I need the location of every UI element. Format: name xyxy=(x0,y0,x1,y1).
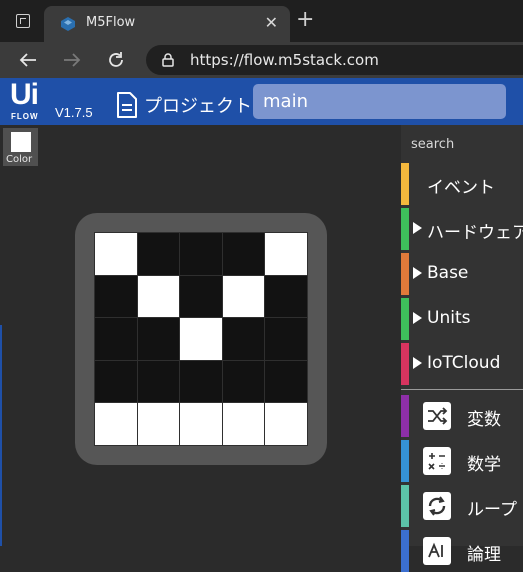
led-cell[interactable] xyxy=(137,318,180,360)
block-sidebar: search イベント ハードウェア Base Units IoTCloud 変… xyxy=(401,125,523,572)
category-math[interactable]: 数学 xyxy=(401,440,523,482)
reload-icon[interactable] xyxy=(102,46,130,74)
category-base[interactable]: Base xyxy=(401,253,523,295)
category-color-bar xyxy=(401,253,409,295)
browser-tab-bar: M5Flow ✕ + xyxy=(0,0,523,42)
browser-tab[interactable]: M5Flow ✕ xyxy=(44,6,290,42)
led-matrix-device xyxy=(75,213,327,465)
tab-title: M5Flow xyxy=(86,15,136,30)
led-cell[interactable] xyxy=(265,275,307,318)
led-cell[interactable] xyxy=(180,275,222,318)
logo-text: Ui xyxy=(10,78,39,111)
expand-arrow-icon xyxy=(413,312,422,324)
category-loop[interactable]: ループ xyxy=(401,485,523,527)
led-cell[interactable] xyxy=(137,360,180,403)
category-color-bar xyxy=(401,343,409,385)
led-matrix xyxy=(94,232,308,446)
led-cell[interactable] xyxy=(180,360,222,403)
expand-arrow-icon xyxy=(413,222,422,234)
shuffle-icon xyxy=(423,402,451,430)
category-color-bar xyxy=(401,395,409,437)
category-label: IoTCloud xyxy=(427,353,501,373)
category-color-bar xyxy=(401,530,409,572)
led-cell[interactable] xyxy=(222,403,265,445)
led-cell[interactable] xyxy=(95,233,137,275)
workspace-edge xyxy=(0,325,2,546)
browser-nav-bar: https://flow.m5stack.com xyxy=(0,42,523,78)
led-cell[interactable] xyxy=(180,403,222,445)
led-cell[interactable] xyxy=(265,360,307,403)
category-label: 数学 xyxy=(467,455,501,475)
expand-arrow-icon xyxy=(413,267,422,279)
led-cell[interactable] xyxy=(265,233,307,275)
category-color-bar xyxy=(401,298,409,340)
category-logic[interactable]: 論理 xyxy=(401,530,523,572)
led-cell[interactable] xyxy=(137,275,180,318)
category-label: Base xyxy=(427,263,469,283)
led-cell[interactable] xyxy=(137,403,180,445)
category-color-bar xyxy=(401,163,409,205)
color-picker-button[interactable]: Color xyxy=(3,128,38,166)
led-cell[interactable] xyxy=(222,360,265,403)
category-color-bar xyxy=(401,440,409,482)
m5flow-favicon-icon xyxy=(61,17,75,31)
new-tab-icon[interactable]: + xyxy=(296,8,314,32)
document-icon xyxy=(117,92,137,118)
project-name-input[interactable]: main xyxy=(253,84,506,119)
category-color-bar xyxy=(401,485,409,527)
led-cell[interactable] xyxy=(180,318,222,360)
category-label: 変数 xyxy=(467,410,501,430)
led-cell[interactable] xyxy=(95,318,137,360)
workspace[interactable]: Color xyxy=(0,125,401,546)
tab-close-icon[interactable]: ✕ xyxy=(265,13,278,32)
category-label: Units xyxy=(427,308,471,328)
search-input[interactable]: search xyxy=(411,137,454,152)
lock-icon xyxy=(162,53,174,67)
led-cell[interactable] xyxy=(95,275,137,318)
category-label: 論理 xyxy=(467,545,501,565)
color-swatch xyxy=(11,132,31,152)
led-cell[interactable] xyxy=(95,403,137,445)
project-label: プロジェクト xyxy=(144,96,252,117)
color-label: Color xyxy=(6,154,33,165)
category-label: ハードウェア xyxy=(427,223,523,243)
uiflow-logo: Ui FLOW xyxy=(10,78,46,122)
app-header: Ui FLOW V1.7.5 プロジェクト main xyxy=(0,78,523,125)
back-icon[interactable] xyxy=(14,46,42,74)
version-label: V1.7.5 xyxy=(55,105,93,120)
project-button[interactable]: プロジェクト xyxy=(116,90,252,120)
category-label: ループ xyxy=(467,500,517,520)
category-hardware[interactable]: ハードウェア xyxy=(401,208,523,250)
led-cell[interactable] xyxy=(95,360,137,403)
logic-icon xyxy=(423,537,451,565)
address-bar[interactable]: https://flow.m5stack.com xyxy=(146,45,523,75)
math-operators-icon xyxy=(423,447,451,475)
category-label: イベント xyxy=(427,178,495,198)
category-event[interactable]: イベント xyxy=(401,163,523,205)
logo-subtext: FLOW xyxy=(11,112,39,121)
led-cell[interactable] xyxy=(137,233,180,275)
led-cell[interactable] xyxy=(222,233,265,275)
forward-icon[interactable] xyxy=(58,46,86,74)
category-variables[interactable]: 変数 xyxy=(401,395,523,437)
url-text: https://flow.m5stack.com xyxy=(190,51,379,69)
loop-icon xyxy=(423,492,451,520)
category-iotcloud[interactable]: IoTCloud xyxy=(401,343,523,385)
led-cell[interactable] xyxy=(180,233,222,275)
led-cell[interactable] xyxy=(265,403,307,445)
led-cell[interactable] xyxy=(222,318,265,360)
expand-arrow-icon xyxy=(413,357,422,369)
led-cell[interactable] xyxy=(222,275,265,318)
category-color-bar xyxy=(401,208,409,250)
led-cell[interactable] xyxy=(265,318,307,360)
category-units[interactable]: Units xyxy=(401,298,523,340)
window-menu-icon[interactable] xyxy=(16,14,30,28)
sidebar-divider xyxy=(401,389,523,390)
